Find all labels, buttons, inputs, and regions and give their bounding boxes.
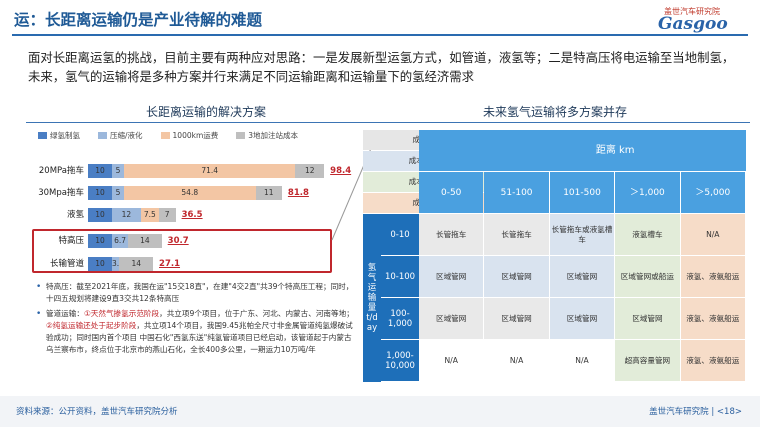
matrix-cell: 区域管网 (419, 298, 484, 339)
bar-segment: 12 (295, 164, 325, 178)
legend-swatch (236, 132, 246, 139)
bar-segment: 5 (112, 164, 124, 178)
bar-total-label: 36.5 (181, 210, 203, 220)
legend-label: 压缩/液化 (110, 131, 143, 140)
footer-org: 盖世汽车研究院 | <18> (649, 407, 742, 417)
matrix-cell: 超高容量管网 (615, 340, 680, 381)
legend-swatch (160, 132, 170, 139)
bar-segment: 10 (88, 208, 112, 222)
category-label: 20MPa拖车 (38, 166, 84, 176)
matrix-cell: 液氢、液氨船运 (680, 340, 745, 381)
bar-row: 20MPa拖车 10 5 71.4 12 98.4 (28, 164, 351, 178)
matrix-cell: N/A (484, 340, 549, 381)
category-label: 30Mpa拖车 (38, 188, 84, 198)
volume-row-header: 0-10 (381, 214, 419, 255)
page-title: 运：长距离运输仍是产业待解的难题 (14, 11, 263, 29)
matrix-cell: 区域管网 (549, 298, 615, 339)
transport-matrix: 成本低成本一般成本较高成本高距离 km0-5051-100101-500＞1,0… (363, 130, 746, 382)
note-item: • 管道运输：①天然气掺氢示范阶段，共立项9个项目，位于广东、河北、内蒙古、河南… (36, 308, 358, 356)
distance-col-header: 51-100 (484, 172, 549, 213)
highlight-box (32, 229, 332, 273)
bar-segment: 71.4 (124, 164, 296, 178)
note-highlight: ①天然气掺氢示范阶段 (83, 309, 160, 318)
title-divider (12, 34, 748, 36)
matrix-cell: 液氢、液氨船运 (680, 256, 745, 297)
volume-row-header: 10-100 (381, 256, 419, 297)
legend-item: 3地加注站成本 (236, 130, 298, 141)
distance-header: 距离 km (484, 130, 746, 171)
matrix-cell: 区域管网 (615, 298, 680, 339)
bar-segment: 10 (88, 186, 112, 200)
matrix-cell: 长管拖车 (419, 214, 484, 255)
gasgoo-logo: 盖世汽车研究院 Gasgoo (644, 6, 744, 36)
volume-header: 氢气运输量 t/day (363, 214, 381, 382)
category-label: 液氢 (66, 210, 84, 220)
legend-label: 绿氢制氢 (50, 131, 80, 140)
bar-segment: 54.8 (124, 186, 256, 200)
matrix-cell: N/A (549, 340, 615, 381)
bar-segment: 7 (158, 208, 176, 222)
volume-row-header: 100-1,000 (381, 298, 419, 339)
matrix-cell: 区域管网 (484, 298, 549, 339)
matrix-cell: N/A (680, 214, 745, 255)
legend-item: 压缩/液化 (98, 130, 143, 141)
matrix-cell: N/A (419, 340, 484, 381)
note-prefix: 管道运输： (46, 309, 84, 318)
bar-row: 液氢 10 12 7.5 7 36.5 (28, 208, 348, 222)
bar-segment: 11 (255, 186, 282, 200)
right-panel-title: 未来氢气运输将多方案并存 (360, 101, 750, 123)
matrix-cell: 区域管网 (484, 256, 549, 297)
distance-col-header: 0-50 (419, 172, 484, 213)
bar-segment: 7.5 (140, 208, 159, 222)
notes-section: • 特高压：截至2021年底，我国在运"15交18直"，在建"4交2直"共39个… (36, 281, 358, 359)
matrix-cell: 区域管网 (549, 256, 615, 297)
legend-label: 3地加注站成本 (248, 131, 299, 140)
bar-segment: 10 (88, 164, 112, 178)
note-text: 特高压：截至2021年底，我国在运"15交18直"，在建"4交2直"共39个特高… (46, 282, 354, 303)
distance-col-header: ＞1,000 (615, 172, 680, 213)
legend-label: 1000km运费 (172, 131, 219, 140)
left-panel-title: 长距离运输的解决方案 (26, 101, 386, 123)
legend-swatch (38, 132, 47, 139)
volume-row-header: 1,000-10,000 (381, 340, 419, 381)
legend-item: 绿氢制氢 (38, 130, 80, 141)
bullet-icon: • (36, 282, 42, 292)
matrix-cell: 长管拖车或液氢槽车 (549, 214, 615, 255)
matrix-cell: 区域管网 (419, 256, 484, 297)
intro-paragraph: 面对长距离运氢的挑战，目前主要有两种应对思路：一是发展新型运氢方式，如管道，液氢… (28, 50, 735, 84)
distance-col-header: ＞5,000 (680, 172, 745, 213)
note-text: ，共立项9个项目，位于广东、河北、内蒙古、河南等地； (159, 309, 354, 318)
legend-item: 1000km运费 (160, 130, 219, 141)
matrix-cell: 区域管网或船运 (615, 256, 680, 297)
note-item: • 特高压：截至2021年底，我国在运"15交18直"，在建"4交2直"共39个… (36, 281, 358, 305)
chart-legend: 绿氢制氢 压缩/液化 1000km运费 3地加注站成本 (38, 130, 316, 141)
distance-header-ext (419, 130, 485, 171)
logo-wordmark: Gasgoo (658, 14, 728, 34)
bar-row: 30Mpa拖车 10 5 54.8 11 81.8 (28, 186, 348, 200)
bar-segment: 5 (112, 186, 124, 200)
matrix-cell: 液氢槽车 (615, 214, 680, 255)
bar-segment: 12 (112, 208, 141, 222)
bar-total-label: 81.8 (287, 188, 309, 198)
matrix-cell: 长管拖车 (484, 214, 549, 255)
bullet-icon: • (36, 309, 42, 319)
legend-swatch (98, 132, 107, 139)
distance-col-header: 101-500 (549, 172, 615, 213)
matrix-cell: 液氢、液氨船运 (680, 298, 745, 339)
footer-source: 资料来源：公开资料，盖世汽车研究院分析 (16, 407, 178, 417)
note-highlight: ②纯氢运输还处于起步阶段 (46, 321, 137, 330)
